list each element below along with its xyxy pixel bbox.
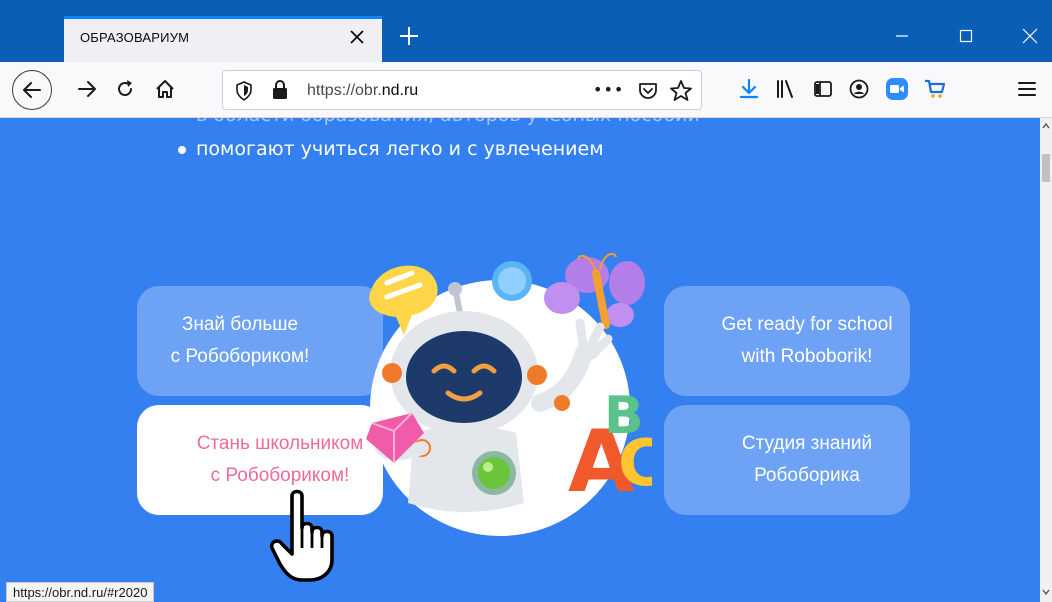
zoom-extension-button[interactable] <box>880 72 914 106</box>
scroll-down-arrow-icon[interactable] <box>1042 588 1050 596</box>
card-knowledge-studio[interactable]: Студия знаний Робоборика <box>664 405 910 515</box>
navigation-toolbar: https://obr.nd.ru ••• <box>0 62 1052 118</box>
download-icon <box>739 78 759 99</box>
maximize-icon[interactable] <box>952 22 980 50</box>
letter-c-icon: C <box>618 427 652 501</box>
lock-icon[interactable] <box>271 80 289 100</box>
reload-icon <box>118 80 132 96</box>
shield-icon[interactable] <box>235 81 253 101</box>
bullet-item-partial: в области образования, авторов учебных п… <box>178 118 700 126</box>
downloads-button[interactable] <box>732 72 766 106</box>
sidebar-icon <box>814 81 832 97</box>
home-button[interactable] <box>148 72 182 106</box>
tab-title: ОБРАЗОВАРИУМ <box>80 30 190 45</box>
account-button[interactable] <box>842 72 876 106</box>
card-get-ready[interactable]: Get ready for school with Roboborik! <box>664 286 910 396</box>
new-tab-icon[interactable] <box>395 22 423 50</box>
minimize-icon[interactable] <box>888 22 916 50</box>
scrollbar-thumb[interactable] <box>1042 154 1050 182</box>
scroll-up-arrow-icon[interactable] <box>1042 122 1050 130</box>
bookmark-star-icon[interactable] <box>669 79 693 103</box>
page-scrollbar[interactable] <box>1040 118 1052 602</box>
address-bar[interactable]: https://obr.nd.ru ••• <box>222 70 702 110</box>
browser-titlebar: ОБРАЗОВАРИУМ <box>0 0 1052 62</box>
bullet-item: помогают учиться легко и с увлечением <box>178 138 604 160</box>
sidebar-button[interactable] <box>806 72 840 106</box>
library-button[interactable] <box>768 72 802 106</box>
back-button[interactable] <box>12 70 52 110</box>
forward-button[interactable] <box>70 72 104 106</box>
shopping-cart-icon <box>925 79 946 98</box>
bullet-dot <box>178 145 186 154</box>
browser-tab[interactable]: ОБРАЗОВАРИУМ <box>64 16 382 62</box>
arrow-right-icon <box>78 81 96 97</box>
page-content: в области образования, авторов учебных п… <box>0 118 1040 602</box>
robot-mascot-illustration: A B C <box>366 253 652 536</box>
hand-pointer-cursor-icon <box>269 489 334 582</box>
card-know-more[interactable]: Знай больше с Робобориком! <box>137 286 383 396</box>
menu-button[interactable] <box>1010 72 1044 106</box>
library-icon <box>777 80 793 98</box>
pocket-icon[interactable] <box>637 80 659 102</box>
reload-button[interactable] <box>108 72 142 106</box>
hamburger-menu-icon <box>1018 82 1036 96</box>
account-icon <box>849 79 869 99</box>
shopping-extension-button[interactable] <box>918 72 952 106</box>
arrow-left-icon <box>23 82 41 98</box>
video-camera-icon <box>886 78 908 100</box>
close-window-icon[interactable] <box>1016 22 1044 50</box>
status-link-preview: https://obr.nd.ru/#r2020 <box>6 582 155 602</box>
url-text[interactable]: https://obr.nd.ru <box>307 82 418 100</box>
tab-active-indicator <box>64 16 382 19</box>
close-tab-icon[interactable] <box>346 26 368 48</box>
home-icon <box>156 80 174 98</box>
page-actions-button[interactable]: ••• <box>593 80 624 99</box>
